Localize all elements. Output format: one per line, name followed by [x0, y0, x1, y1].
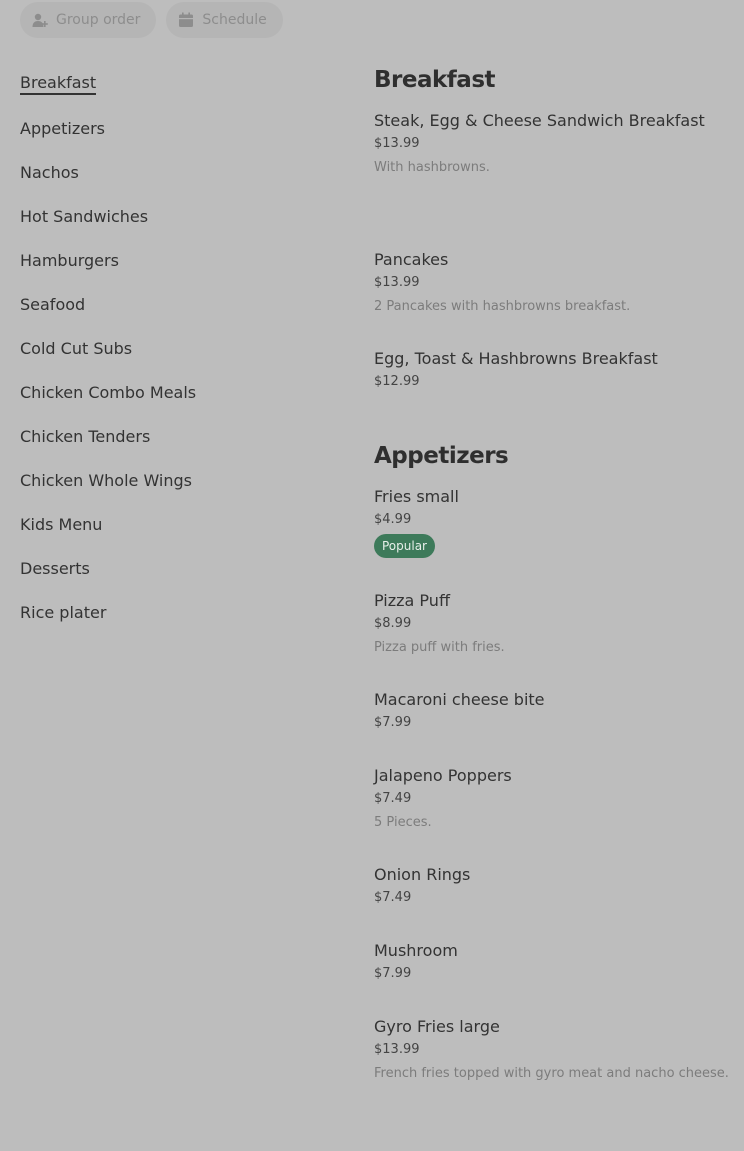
- item-description: Pizza puff with fries.: [374, 640, 505, 655]
- item-description: With hashbrowns.: [374, 160, 490, 175]
- sidebar-item-appetizers[interactable]: Appetizers: [20, 106, 340, 150]
- item-description: French fries topped with gyro meat and n…: [374, 1066, 729, 1081]
- sidebar-item-kids-menu[interactable]: Kids Menu: [20, 502, 340, 546]
- sidebar-item-label: Breakfast: [20, 73, 97, 95]
- menu-item[interactable]: Macaroni cheese bite $7.99: [374, 690, 734, 731]
- menu-content: Breakfast Steak, Egg & Cheese Sandwich B…: [374, 60, 734, 1082]
- item-price: $12.99: [374, 374, 420, 389]
- sidebar-item-rice-plater[interactable]: Rice plater: [20, 590, 340, 634]
- sidebar-item-label: Chicken Combo Meals: [20, 382, 197, 402]
- menu-item[interactable]: Pancakes $13.99 2 Pancakes with hashbrow…: [374, 250, 734, 315]
- sidebar-item-breakfast[interactable]: Breakfast: [20, 62, 340, 106]
- menu-item[interactable]: Jalapeno Poppers $7.49 5 Pieces.: [374, 766, 734, 831]
- sidebar-item-label: Rice plater: [20, 602, 107, 622]
- sidebar-item-chicken-combo-meals[interactable]: Chicken Combo Meals: [20, 370, 340, 414]
- item-price: $13.99: [374, 275, 420, 290]
- item-description: 2 Pancakes with hashbrowns breakfast.: [374, 299, 631, 314]
- item-price: $8.99: [374, 616, 412, 631]
- sidebar-item-cold-cut-subs[interactable]: Cold Cut Subs: [20, 326, 340, 370]
- item-name: Gyro Fries large: [374, 1017, 500, 1036]
- sidebar-item-label: Chicken Whole Wings: [20, 470, 192, 490]
- sidebar-item-nachos[interactable]: Nachos: [20, 150, 340, 194]
- sidebar-item-label: Cold Cut Subs: [20, 338, 133, 358]
- item-name: Onion Rings: [374, 865, 471, 884]
- sidebar-item-label: Appetizers: [20, 118, 105, 138]
- sidebar-item-seafood[interactable]: Seafood: [20, 282, 340, 326]
- menu-section-breakfast: Breakfast Steak, Egg & Cheese Sandwich B…: [374, 60, 734, 390]
- menu-item[interactable]: Gyro Fries large $13.99 French fries top…: [374, 1017, 734, 1082]
- sidebar-item-desserts[interactable]: Desserts: [20, 546, 340, 590]
- section-title: Appetizers: [374, 443, 509, 469]
- menu-item[interactable]: Mushroom $7.99: [374, 941, 734, 982]
- calendar-icon: [178, 12, 194, 28]
- item-price: $7.49: [374, 791, 412, 806]
- menu-item[interactable]: Fries small $4.99 Popular: [374, 487, 734, 558]
- schedule-label: Schedule: [202, 12, 267, 28]
- sidebar-item-hamburgers[interactable]: Hamburgers: [20, 238, 340, 282]
- item-name: Macaroni cheese bite: [374, 690, 545, 709]
- sidebar-item-label: Hot Sandwiches: [20, 206, 149, 226]
- item-name: Mushroom: [374, 941, 458, 960]
- sidebar-item-label: Nachos: [20, 162, 79, 182]
- item-price: $4.99: [374, 512, 412, 527]
- sidebar-item-chicken-whole-wings[interactable]: Chicken Whole Wings: [20, 458, 340, 502]
- item-price: $7.99: [374, 715, 412, 730]
- menu-item[interactable]: Egg, Toast & Hashbrowns Breakfast $12.99: [374, 349, 734, 390]
- menu-section-appetizers: Appetizers Fries small $4.99 Popular Piz…: [374, 436, 734, 1082]
- item-price: $13.99: [374, 136, 420, 151]
- top-toolbar: Group order Schedule: [20, 2, 283, 38]
- sidebar-item-chicken-tenders[interactable]: Chicken Tenders: [20, 414, 340, 458]
- item-name: Pancakes: [374, 250, 449, 269]
- item-price: $7.49: [374, 890, 412, 905]
- schedule-button[interactable]: Schedule: [166, 2, 283, 38]
- sidebar-item-hot-sandwiches[interactable]: Hot Sandwiches: [20, 194, 340, 238]
- sidebar-item-label: Desserts: [20, 558, 90, 578]
- item-name: Jalapeno Poppers: [374, 766, 512, 785]
- menu-item[interactable]: Onion Rings $7.49: [374, 865, 734, 906]
- item-name: Pizza Puff: [374, 591, 450, 610]
- item-price: $7.99: [374, 966, 412, 981]
- item-price: $13.99: [374, 1042, 420, 1057]
- section-title: Breakfast: [374, 67, 496, 93]
- item-description: 5 Pieces.: [374, 815, 432, 830]
- item-name: Fries small: [374, 487, 459, 506]
- sidebar-item-label: Chicken Tenders: [20, 426, 151, 446]
- sidebar-item-label: Hamburgers: [20, 250, 119, 270]
- menu-item[interactable]: Steak, Egg & Cheese Sandwich Breakfast $…: [374, 111, 734, 176]
- category-sidebar: Breakfast Appetizers Nachos Hot Sandwich…: [20, 62, 340, 634]
- item-name: Egg, Toast & Hashbrowns Breakfast: [374, 349, 658, 368]
- sidebar-item-label: Kids Menu: [20, 514, 103, 534]
- popular-badge: Popular: [374, 534, 435, 558]
- menu-item[interactable]: Pizza Puff $8.99 Pizza puff with fries.: [374, 591, 734, 656]
- item-name: Steak, Egg & Cheese Sandwich Breakfast: [374, 111, 705, 130]
- sidebar-item-label: Seafood: [20, 294, 86, 314]
- group-order-button[interactable]: Group order: [20, 2, 157, 38]
- group-order-label: Group order: [56, 12, 141, 28]
- person-add-icon: [32, 12, 48, 28]
